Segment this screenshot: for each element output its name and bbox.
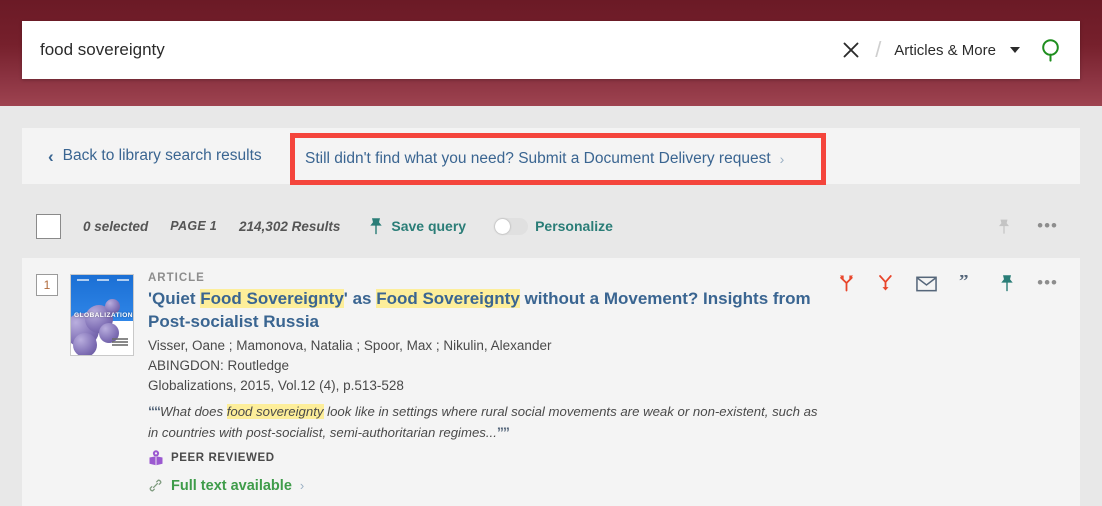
result-publisher: ABINGDON: Routledge: [148, 358, 290, 374]
result-action-icons: ” •••: [830, 258, 1080, 506]
book-badge-icon: [149, 450, 163, 466]
pin-results-icon[interactable]: [997, 218, 1011, 235]
back-link-label: Back to library search results: [62, 147, 262, 164]
page-header: / Articles & More: [0, 0, 1102, 106]
title-segment: ' as: [343, 289, 377, 308]
svg-text:”: ”: [959, 275, 969, 291]
chevron-left-icon: ‹: [48, 146, 54, 166]
clear-search-icon[interactable]: [836, 35, 866, 65]
save-query-label: Save query: [391, 218, 467, 234]
selected-count-label: 0 selected: [83, 218, 149, 234]
results-count-label: 214,302 Results: [239, 218, 341, 234]
download-icon[interactable]: [877, 272, 894, 294]
chevron-down-icon: [1010, 47, 1020, 53]
page-label: PAGE 1: [170, 219, 218, 233]
quote-open-icon: ““: [148, 403, 161, 420]
snippet-highlight: food sovereignty: [226, 404, 324, 420]
title-highlight: Food Sovereignty: [200, 289, 344, 308]
toggle-switch[interactable]: [494, 217, 529, 235]
peer-reviewed-badge: PEER REVIEWED: [148, 450, 830, 467]
link-icon: [149, 479, 162, 492]
chevron-right-icon: ›: [779, 151, 785, 167]
toolbar-right-actions: •••: [997, 217, 1080, 235]
document-delivery-label: Still didn't find what you need? Submit …: [305, 150, 771, 167]
search-submit-button[interactable]: [1024, 21, 1080, 79]
toolbar-more-icon[interactable]: •••: [1037, 217, 1058, 234]
title-segment: 'Quiet: [148, 289, 201, 308]
cover-header-rules: [77, 279, 129, 281]
cover-publisher-logo: [112, 338, 128, 351]
document-delivery-request-link[interactable]: Still didn't find what you need? Submit …: [305, 133, 815, 185]
chevron-right-icon: ›: [299, 478, 305, 494]
search-input[interactable]: [22, 21, 837, 79]
personalize-label: Personalize: [535, 218, 613, 234]
snippet-segment: What does: [160, 404, 227, 420]
personalize-toggle[interactable]: Personalize: [494, 217, 613, 235]
send-to-icon[interactable]: [838, 272, 855, 294]
email-icon[interactable]: [916, 272, 937, 294]
pin-icon[interactable]: [999, 272, 1015, 294]
result-details: ARTICLE 'Quiet Food Sovereignty' as Food…: [134, 258, 830, 506]
result-title-link[interactable]: 'Quiet Food Sovereignty' as Food Soverei…: [148, 288, 830, 333]
quote-close-icon: ””: [496, 423, 510, 440]
results-toolbar: 0 selected PAGE 1 214,302 Results Save q…: [22, 198, 1080, 254]
result-snippet: ““What does food sovereignty look like i…: [148, 401, 830, 442]
search-scope-label: Articles & More: [894, 41, 996, 59]
peer-reviewed-label: PEER REVIEWED: [171, 452, 275, 465]
result-more-icon[interactable]: •••: [1037, 272, 1058, 294]
cover-sphere: [73, 333, 97, 355]
select-all-checkbox[interactable]: [36, 213, 61, 239]
result-item: 1 GLOBALIZATIONS ARTICLE 'Quiet Food Sov…: [22, 258, 1080, 506]
search-divider: /: [875, 37, 882, 62]
result-authors: Visser, Oane ; Mamonova, Natalia ; Spoor…: [148, 338, 552, 354]
pin-icon: [370, 218, 383, 235]
full-text-available-link[interactable]: Full text available ›: [148, 478, 830, 494]
result-type-label: ARTICLE: [148, 272, 205, 284]
result-rank-number: 1: [36, 274, 58, 296]
journal-cover-image: GLOBALIZATIONS: [70, 274, 134, 356]
save-query-button[interactable]: Save query: [368, 217, 466, 235]
citation-icon[interactable]: ”: [959, 272, 977, 294]
search-scope-selector[interactable]: Articles & More: [890, 42, 1024, 59]
full-text-label: Full text available: [171, 477, 292, 494]
search-bar: / Articles & More: [22, 21, 1080, 79]
back-to-library-search-link[interactable]: ‹ Back to library search results: [48, 128, 262, 184]
result-citation: Globalizations, 2015, Vol.12 (4), p.513-…: [148, 378, 404, 394]
title-highlight: Food Sovereignty: [376, 289, 520, 308]
result-cover-thumbnail[interactable]: GLOBALIZATIONS: [70, 274, 134, 506]
cover-journal-title: GLOBALIZATIONS: [74, 312, 134, 319]
